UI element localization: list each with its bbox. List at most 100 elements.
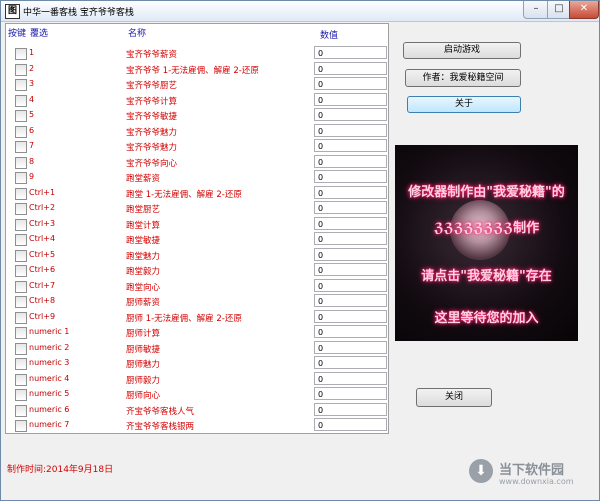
cheat-name: 跑堂向心 — [126, 282, 161, 293]
cheat-value-input[interactable]: 0 — [314, 340, 387, 354]
cheat-value-input[interactable]: 0 — [314, 418, 387, 431]
toggle-checkbox[interactable] — [15, 94, 27, 107]
cheat-value-input[interactable]: 0 — [314, 216, 387, 230]
maximize-button[interactable]: □ — [547, 1, 571, 19]
header-key: 按键 — [8, 29, 27, 39]
cheat-value-input[interactable]: 0 — [314, 139, 387, 152]
cheat-value-input[interactable]: 0 — [314, 201, 387, 214]
cheat-value-input[interactable]: 0 — [314, 232, 387, 245]
about-button[interactable]: 关于 — [407, 96, 521, 113]
title-bar[interactable]: 图 中华一番客栈 宝齐爷爷客栈 – □ ✕ — [1, 1, 599, 22]
toggle-checkbox[interactable] — [15, 203, 27, 215]
cheat-name: 厨师魅力 — [126, 360, 161, 370]
cheat-row: 7 宝齐爷爷魅力 0 — [6, 139, 388, 154]
cheat-value-input[interactable]: 0 — [314, 278, 387, 292]
cheat-name: 宝齐爷爷向心 — [126, 158, 178, 169]
hotkey-label: Ctrl+2 — [29, 203, 56, 212]
toggle-checkbox[interactable] — [15, 280, 27, 293]
toggle-checkbox[interactable] — [15, 296, 27, 308]
cheat-value-input[interactable]: 0 — [314, 123, 387, 137]
cheat-value-input[interactable]: 0 — [314, 46, 387, 59]
cheat-value-input[interactable]: 0 — [314, 247, 387, 261]
toggle-checkbox[interactable] — [15, 172, 27, 184]
cheat-name: 跑堂计算 — [126, 220, 161, 231]
hotkey-label: numeric 3 — [29, 358, 70, 367]
toggle-checkbox[interactable] — [15, 156, 27, 169]
hotkey-label: Ctrl+6 — [29, 265, 56, 274]
promo-banner[interactable]: 修改器制作由"我爱秘籍"的 ℨℨℨℨℨℨℨℨ制作 请点击"我爱秘籍"存在 这里等… — [395, 145, 578, 341]
cheat-row: Ctrl+3 跑堂计算 0 — [6, 216, 388, 232]
cheat-value-input[interactable]: 0 — [314, 402, 387, 416]
toggle-checkbox[interactable] — [15, 342, 27, 355]
toggle-checkbox[interactable] — [15, 125, 27, 138]
hotkey-label: Ctrl+9 — [29, 311, 56, 321]
cheat-row: numeric 2 厨师敏捷 0 — [6, 340, 388, 356]
cheat-value-input[interactable]: 0 — [314, 170, 387, 183]
cheat-value-input[interactable]: 0 — [314, 61, 387, 75]
trainer-window: 图 中华一番客栈 宝齐爷爷客栈 – □ ✕ 按键 覆选 名称 数值 1 宝齐爷爷薪… — [0, 0, 600, 501]
hotkey-label: Ctrl+8 — [29, 296, 56, 305]
cheat-row: Ctrl+9 厨师 1-无法雇佣、解雇 2-还原 0 — [6, 309, 388, 325]
cheat-name: 跑堂厨艺 — [126, 205, 161, 215]
cheat-row: numeric 6 齐宝爷爷客栈人气 0 — [6, 402, 388, 418]
toggle-checkbox[interactable] — [15, 141, 27, 153]
cheat-row: Ctrl+6 跑堂毅力 0 — [6, 263, 388, 278]
cheat-name: 跑堂毅力 — [126, 267, 161, 277]
toggle-checkbox[interactable] — [15, 218, 27, 231]
cheat-value-input[interactable]: 0 — [314, 309, 387, 323]
cheat-name: 宝齐爷爷计算 — [126, 96, 178, 107]
toggle-checkbox[interactable] — [15, 48, 27, 60]
cheat-name: 宝齐爷爷厨艺 — [126, 81, 178, 91]
toggle-checkbox[interactable] — [15, 404, 27, 417]
cheat-value-input[interactable]: 0 — [314, 185, 387, 199]
cheat-row: Ctrl+2 跑堂厨艺 0 — [6, 201, 388, 216]
window-title: 中华一番客栈 宝齐爷爷客栈 — [23, 8, 134, 18]
cheat-value-input[interactable]: 0 — [314, 356, 387, 369]
cheat-row: Ctrl+5 跑堂魅力 0 — [6, 247, 388, 263]
start-game-button[interactable]: 启动游戏 — [403, 42, 521, 59]
cheat-row: numeric 7 齐宝爷爷客栈银两 0 — [6, 418, 388, 433]
hotkey-label: 2 — [29, 63, 35, 73]
cheat-name: 跑堂魅力 — [126, 251, 161, 262]
toggle-checkbox[interactable] — [15, 311, 27, 324]
cheat-name: 宝齐爷爷 1-无法雇佣、解雇 2-还原 — [126, 65, 259, 76]
toggle-checkbox[interactable] — [15, 234, 27, 246]
close-window-button[interactable]: ✕ — [569, 1, 599, 19]
cheat-row: 8 宝齐爷爷向心 0 — [6, 154, 388, 170]
cheat-value-input[interactable]: 0 — [314, 325, 387, 338]
cheat-value-input[interactable]: 0 — [314, 294, 387, 307]
toggle-checkbox[interactable] — [15, 249, 27, 262]
toggle-checkbox[interactable] — [15, 389, 27, 401]
cheat-value-input[interactable]: 0 — [314, 108, 387, 121]
cheat-row: Ctrl+4 跑堂敏捷 0 — [6, 232, 388, 247]
banner-line-4: 这里等待您的加入 — [434, 311, 539, 326]
hotkey-label: Ctrl+5 — [29, 249, 56, 259]
toggle-checkbox[interactable] — [15, 373, 27, 386]
cheat-value-input[interactable]: 0 — [314, 387, 387, 400]
cheat-row: 5 宝齐爷爷敏捷 0 — [6, 108, 388, 123]
cheat-value-input[interactable]: 0 — [314, 154, 387, 168]
header-repeat: 覆选 — [30, 29, 49, 39]
hotkey-label: numeric 6 — [29, 404, 70, 414]
toggle-checkbox[interactable] — [15, 63, 27, 76]
cheat-value-input[interactable]: 0 — [314, 371, 387, 385]
cheat-value-input[interactable]: 0 — [314, 263, 387, 276]
toggle-checkbox[interactable] — [15, 327, 27, 339]
cheat-row: 9 跑堂薪资 0 — [6, 170, 388, 185]
hotkey-label: numeric 2 — [29, 342, 70, 352]
toggle-checkbox[interactable] — [15, 187, 27, 200]
author-button[interactable]: 作者：我爱秘籍空间 — [405, 69, 521, 87]
minimize-button[interactable]: – — [523, 1, 549, 19]
cheat-value-input[interactable]: 0 — [314, 77, 387, 90]
hotkey-label: Ctrl+7 — [29, 280, 56, 290]
banner-line-1: 修改器制作由"我爱秘籍"的 — [408, 185, 565, 200]
cheat-value-input[interactable]: 0 — [314, 92, 387, 106]
toggle-checkbox[interactable] — [15, 420, 27, 432]
hotkey-label: numeric 5 — [29, 389, 70, 398]
close-button[interactable]: 关闭 — [416, 388, 492, 407]
toggle-checkbox[interactable] — [15, 110, 27, 122]
toggle-checkbox[interactable] — [15, 265, 27, 277]
toggle-checkbox[interactable] — [15, 358, 27, 370]
toggle-checkbox[interactable] — [15, 79, 27, 91]
hotkey-label: 4 — [29, 94, 35, 104]
